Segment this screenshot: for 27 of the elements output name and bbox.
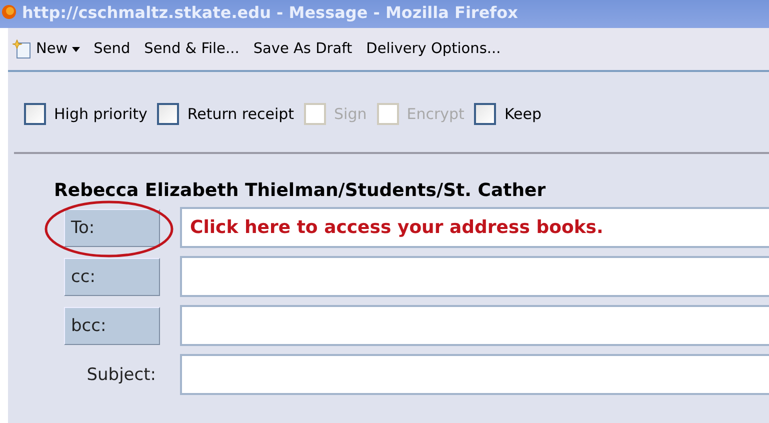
checkbox-label: Encrypt (406, 105, 464, 123)
checkbox-label: Return receipt (187, 105, 294, 123)
checkbox[interactable] (24, 103, 46, 125)
checkbox-label: Keep (504, 105, 542, 123)
input-field[interactable]: Click here to access your address books. (180, 207, 769, 248)
toolbar-button[interactable]: Delivery Options... (362, 41, 505, 57)
input-field[interactable] (180, 305, 769, 346)
checkbox-label: Sign (334, 105, 367, 123)
browser-logo-icon (2, 5, 16, 19)
checkbox[interactable] (474, 103, 496, 125)
new-document-icon (12, 39, 32, 59)
window-title: http://cschmaltz.stkate.edu - Message - Mozilla Firefox (22, 2, 518, 22)
input-field[interactable] (180, 354, 769, 395)
input-field[interactable] (180, 256, 769, 297)
checkbox-label: High priority (54, 105, 148, 123)
toolbar-button[interactable]: Send (90, 41, 134, 57)
address-button[interactable]: bcc: (64, 306, 160, 344)
caret-icon (72, 46, 80, 52)
toolbar-button[interactable]: Send & File... (140, 41, 244, 57)
annotation-text: Click here to access your address books. (190, 217, 604, 238)
field-label: Subject: (86, 364, 157, 384)
sender-name: Rebecca Elizabeth Thielman/Students/St. Cather (53, 179, 547, 201)
checkbox[interactable] (157, 103, 180, 125)
toolbar-button[interactable]: New (8, 39, 84, 59)
toolbar-button[interactable]: Save As Draft (249, 41, 356, 57)
address-button[interactable]: cc: (64, 258, 160, 296)
address-button[interactable]: To: (64, 208, 160, 246)
